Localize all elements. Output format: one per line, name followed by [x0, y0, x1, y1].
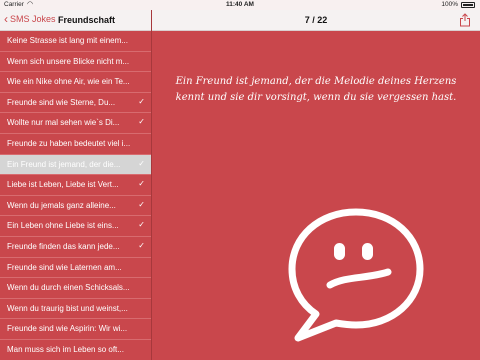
list-item[interactable]: Freunde sind wie Aspirin: Wir wi...: [0, 319, 151, 340]
list-item[interactable]: Freunde finden das kann jede... ✓: [0, 237, 151, 258]
list-item-label: Ein Leben ohne Liebe ist eins...: [7, 221, 119, 231]
checkmark-icon: ✓: [138, 117, 145, 127]
battery-icon: [461, 2, 475, 8]
checkmark-icon: ✓: [138, 220, 145, 230]
back-button-label: SMS Jokes: [10, 14, 56, 24]
list-item-label: Wenn du traurig bist und weinst,...: [7, 303, 128, 313]
detail-nav-bar: 7 / 22: [152, 10, 480, 31]
clock: 11:40 AM: [226, 1, 254, 8]
list-item[interactable]: Wenn sich unsere Blicke nicht m...: [0, 52, 151, 73]
chevron-left-icon: ‹: [4, 11, 8, 26]
checkmark-icon: ✓: [138, 96, 145, 106]
list-item-label: Man muss sich im Leben so oft...: [7, 344, 124, 354]
list-item[interactable]: Keine Strasse ist lang mit einem...: [0, 31, 151, 52]
list-item-label: Freunde sind wie Laternen am...: [7, 262, 122, 272]
status-bar: Carrier ◠ 11:40 AM 100%: [0, 0, 480, 10]
list-item-label: Freunde finden das kann jede...: [7, 241, 120, 251]
list-item-label: Liebe ist Leben, Liebe ist Vert...: [7, 180, 119, 190]
list-item-label: Freunde sind wie Sterne, Du...: [7, 97, 116, 107]
list-item[interactable]: Wenn du jemals ganz alleine... ✓: [0, 196, 151, 217]
list-item[interactable]: Ein Freund ist jemand, der die... ✓: [0, 154, 151, 176]
battery-percent: 100%: [441, 1, 458, 8]
list-item[interactable]: Freunde sind wie Laternen am...: [0, 258, 151, 279]
list-item-label: Wenn du jemals ganz alleine...: [7, 200, 116, 210]
list-item[interactable]: Wollte nur mal sehen wie`s Di... ✓: [0, 113, 151, 134]
list-item[interactable]: Liebe ist Leben, Liebe ist Vert... ✓: [0, 175, 151, 196]
list-item[interactable]: Freunde zu haben bedeutet viel i...: [0, 134, 151, 155]
checkmark-icon: ✓: [138, 199, 145, 209]
list-item-label: Ein Freund ist jemand, der die...: [7, 159, 121, 169]
checkmark-icon: ✓: [138, 179, 145, 189]
list-item-label: Wenn sich unsere Blicke nicht m...: [7, 56, 130, 66]
smiley-speech-bubble-icon: [288, 208, 424, 342]
list-item-label: Wollte nur mal sehen wie`s Di...: [7, 118, 120, 128]
list-item-label: Keine Strasse ist lang mit einem...: [7, 36, 128, 45]
list-item[interactable]: Man muss sich im Leben so oft...: [0, 340, 151, 360]
list-item[interactable]: Wie ein Nike ohne Air, wie ein Te...: [0, 72, 151, 93]
nav-title: Freundschaft: [58, 15, 116, 25]
list-item[interactable]: Wenn du durch einen Schicksals...: [0, 278, 151, 299]
list-item-label: Freunde sind wie Aspirin: Wir wi...: [7, 324, 128, 334]
list-item[interactable]: Wenn du traurig bist und weinst,...: [0, 299, 151, 320]
page-counter: 7 / 22: [304, 15, 328, 25]
list-item-label: Freunde zu haben bedeutet viel i...: [7, 138, 131, 148]
list-nav-bar: ‹ SMS Jokes Freundschaft: [0, 10, 151, 31]
checkmark-icon: ✓: [138, 240, 145, 250]
list-item-label: Wie ein Nike ohne Air, wie ein Te...: [7, 77, 130, 87]
checkmark-icon: ✓: [138, 158, 145, 168]
joke-list: Keine Strasse ist lang mit einem... Wenn …: [0, 31, 151, 360]
back-button[interactable]: ‹ SMS Jokes: [4, 11, 56, 26]
detail-pane: Ein Freund ist jemand, der die Melodie d…: [152, 31, 480, 360]
list-item-label: Wenn du durch einen Schicksals...: [7, 283, 130, 293]
list-item[interactable]: Freunde sind wie Sterne, Du... ✓: [0, 93, 151, 114]
list-item[interactable]: Ein Leben ohne Liebe ist eins... ✓: [0, 216, 151, 237]
joke-text: Ein Freund ist jemand, der die Melodie d…: [175, 76, 457, 103]
share-icon[interactable]: [459, 13, 471, 27]
